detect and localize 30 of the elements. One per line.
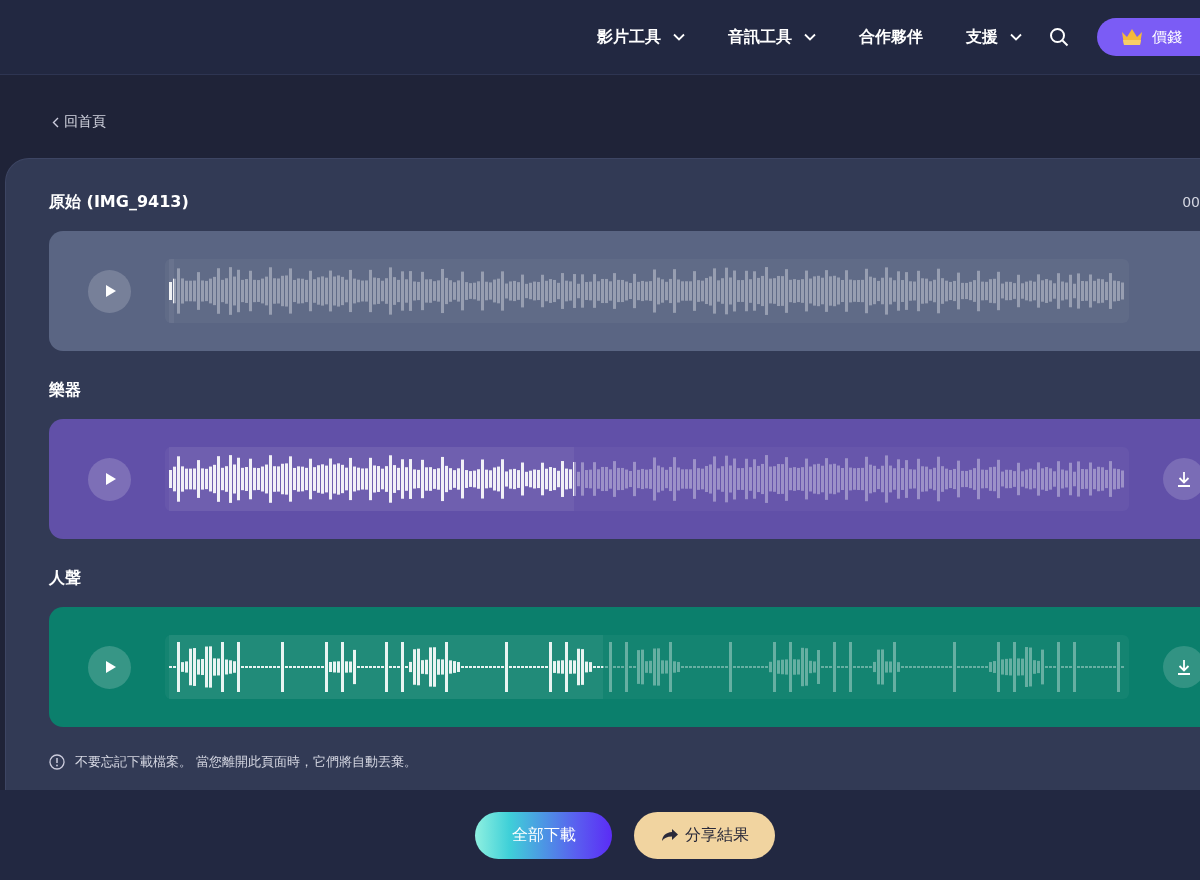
track-time: 00 (1182, 194, 1200, 210)
track-title: 人聲 (49, 567, 81, 589)
nav-menu-item[interactable]: 支援 (966, 26, 1022, 48)
notice-text: 不要忘記下載檔案。 當您離開此頁面時，它們將自動丟棄。 (75, 753, 418, 771)
track-title: 樂器 (49, 379, 81, 401)
play-icon (105, 284, 117, 298)
chevron-down-icon (1010, 33, 1022, 41)
nav-menu-item[interactable]: 音訊工具 (728, 26, 816, 48)
play-button[interactable] (88, 645, 131, 689)
info-icon (49, 754, 65, 770)
play-icon (105, 660, 117, 674)
crown-icon (1121, 28, 1143, 46)
share-arrow-icon (660, 828, 679, 842)
play-button[interactable] (88, 269, 131, 313)
back-link[interactable]: 回首頁 (52, 111, 106, 133)
play-icon (105, 472, 117, 486)
download-button[interactable] (1163, 646, 1200, 688)
nav-menu-item[interactable]: 影片工具 (597, 26, 685, 48)
pricing-button[interactable]: 價錢 (1097, 18, 1200, 56)
chevron-left-icon (52, 116, 59, 128)
track-title: 原始 (IMG_9413) (49, 191, 189, 213)
play-button[interactable] (88, 457, 131, 501)
search-icon[interactable] (1049, 27, 1069, 47)
download-button[interactable] (1163, 458, 1200, 500)
share-button[interactable]: 分享結果 (634, 811, 775, 859)
chevron-down-icon (673, 33, 685, 41)
download-icon (1177, 471, 1191, 487)
chevron-down-icon (804, 33, 816, 41)
download-icon (1177, 659, 1191, 675)
nav-menu-item[interactable]: 合作夥伴 (859, 26, 923, 48)
